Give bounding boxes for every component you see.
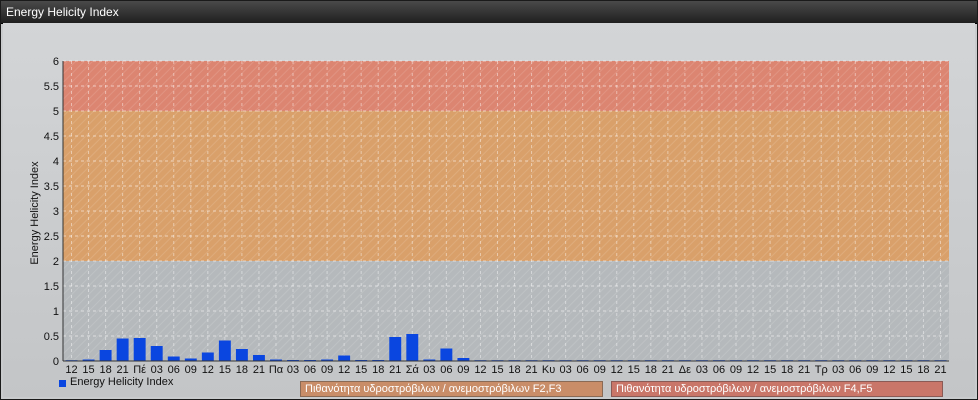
x-tick-label: 18 xyxy=(99,364,111,376)
bar-20 xyxy=(406,334,419,361)
x-tick-label: Δε xyxy=(679,364,691,376)
x-tick-label: 15 xyxy=(764,364,776,376)
x-tick-label: Πα xyxy=(269,364,284,376)
x-tick-label: Κυ xyxy=(542,364,555,376)
x-tick-label: 06 xyxy=(304,364,316,376)
x-tick-label: 18 xyxy=(781,364,793,376)
x-tick-label: 15 xyxy=(355,364,367,376)
bar-5 xyxy=(150,346,163,361)
x-tick-label: Σά xyxy=(406,364,420,376)
bar-9 xyxy=(218,340,231,361)
y-tick-label: 4.5 xyxy=(44,131,59,143)
y-tick-label: 3 xyxy=(53,206,59,218)
chart-window: Energy Helicity Index Energy Helicity In… xyxy=(0,0,978,400)
window-title: Energy Helicity Index xyxy=(6,5,119,19)
y-tick-label: 0 xyxy=(53,356,59,368)
x-tick-label: 09 xyxy=(594,364,606,376)
x-tick-label: 15 xyxy=(219,364,231,376)
x-tick-label: 12 xyxy=(65,364,77,376)
x-tick-label: 18 xyxy=(508,364,520,376)
x-tick-label: 09 xyxy=(321,364,333,376)
bar-2 xyxy=(99,350,112,361)
chart-area: Energy Helicity Index 0 0.5 1 1.5 2 2.5 3 3.5 4 4… xyxy=(3,23,975,397)
x-tick-label: 21 xyxy=(389,364,401,376)
energy-helicity-chart: Energy Helicity Index 0 0.5 1 1.5 2 2.5 3 3.5 4 4… xyxy=(29,56,949,376)
x-tick-label: 03 xyxy=(287,364,299,376)
x-tick-label: 18 xyxy=(372,364,384,376)
band-label-f2f3: Πιθανότητα υδροστρόβιλων / ανεμοστρόβιλω… xyxy=(300,381,603,397)
x-tick-label: 15 xyxy=(491,364,503,376)
y-axis-label: Energy Helicity Index xyxy=(29,161,41,265)
x-tick-label: 21 xyxy=(662,364,674,376)
x-tick-label: 12 xyxy=(611,364,623,376)
x-tick-label: 12 xyxy=(883,364,895,376)
bar-4 xyxy=(133,338,146,361)
x-tick-label: 09 xyxy=(730,364,742,376)
title-bar: Energy Helicity Index xyxy=(1,1,977,24)
x-tick-label: 06 xyxy=(168,364,180,376)
x-tick-label: 21 xyxy=(253,364,265,376)
x-tick-label: 06 xyxy=(849,364,861,376)
y-tick-label: 2 xyxy=(53,256,59,268)
x-tick-label: 09 xyxy=(457,364,469,376)
y-tick-label: 2.5 xyxy=(44,231,59,243)
x-tick-label: 12 xyxy=(338,364,350,376)
x-tick-label: 12 xyxy=(747,364,759,376)
bar-10 xyxy=(235,349,248,361)
x-tick-label: 21 xyxy=(798,364,810,376)
y-tick-label: 1.5 xyxy=(44,281,59,293)
legend-label: Energy Helicity Index xyxy=(70,376,174,388)
bar-11 xyxy=(252,355,265,361)
y-tick-label: 3.5 xyxy=(44,181,59,193)
x-tick-label: 21 xyxy=(934,364,946,376)
x-tick-label: 21 xyxy=(117,364,129,376)
x-tick-label: Πέ xyxy=(133,364,146,376)
x-tick-label: 12 xyxy=(202,364,214,376)
x-tick-label: 15 xyxy=(82,364,94,376)
x-tick-label: 09 xyxy=(185,364,197,376)
y-tick-label: 1 xyxy=(53,306,59,318)
bar-8 xyxy=(201,352,214,361)
x-tick-label: 03 xyxy=(151,364,163,376)
x-tick-label: 03 xyxy=(696,364,708,376)
x-tick-label: 06 xyxy=(440,364,452,376)
x-tick-label: 15 xyxy=(900,364,912,376)
legend-swatch xyxy=(59,380,66,387)
x-tick-label: 18 xyxy=(645,364,657,376)
x-tick-label: 18 xyxy=(236,364,248,376)
y-tick-label: 4 xyxy=(53,156,59,168)
y-tick-label: 0.5 xyxy=(44,331,59,343)
bar-22 xyxy=(440,348,453,361)
band-label-f4f5: Πιθανότητα υδροστρόβιλων / ανεμοστρόβιλω… xyxy=(611,381,943,397)
bar-3 xyxy=(116,338,129,361)
bar-16 xyxy=(338,355,351,361)
bar-19 xyxy=(389,337,402,361)
x-tick-label: 15 xyxy=(628,364,640,376)
x-tick-label: 06 xyxy=(713,364,725,376)
x-tick-label: 03 xyxy=(560,364,572,376)
x-tick-label: 09 xyxy=(866,364,878,376)
x-tick-label: 03 xyxy=(423,364,435,376)
x-tick-label: 06 xyxy=(577,364,589,376)
x-tick-label: 12 xyxy=(474,364,486,376)
x-tick-label: 21 xyxy=(525,364,537,376)
x-tick-label: 18 xyxy=(917,364,929,376)
bar-6 xyxy=(167,356,180,361)
x-tick-label: 03 xyxy=(832,364,844,376)
y-tick-label: 5.5 xyxy=(44,81,59,93)
x-tick-label: Τρ xyxy=(815,364,828,376)
y-tick-label: 6 xyxy=(53,56,59,68)
y-tick-label: 5 xyxy=(53,106,59,118)
